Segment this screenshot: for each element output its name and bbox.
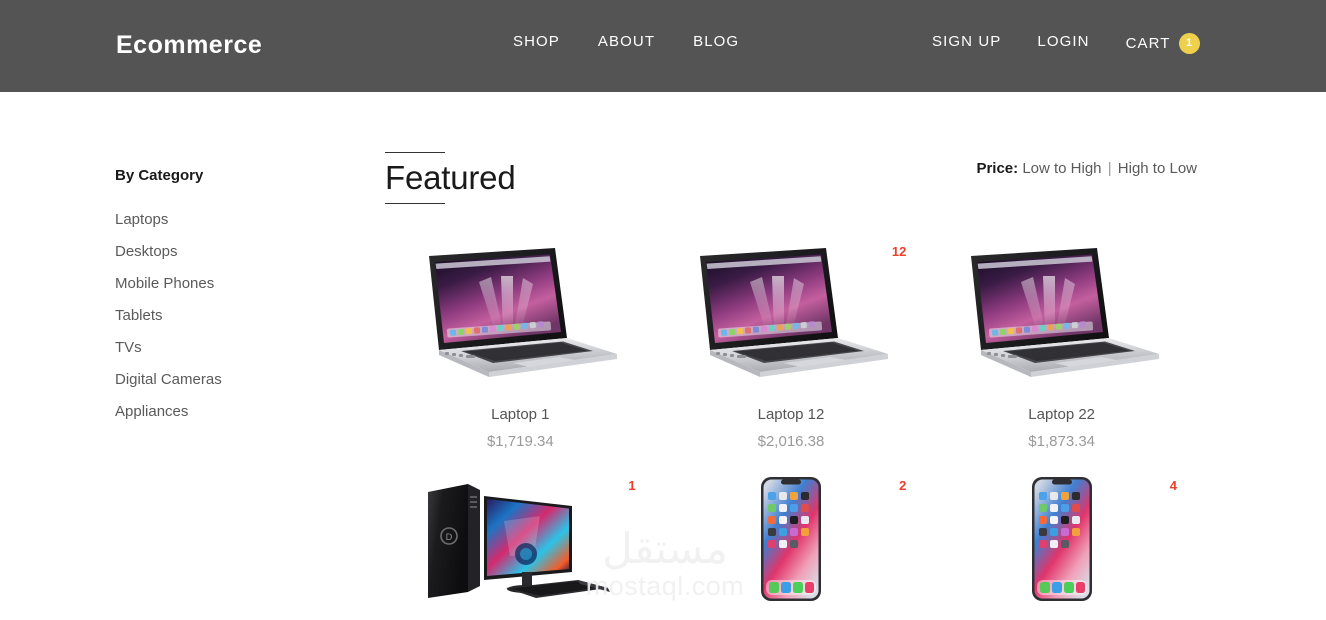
sort-label: Price:: [976, 160, 1019, 177]
product-badge: 12: [891, 244, 907, 259]
listing-header: Featured Price: Low to High | High to Lo…: [385, 152, 1197, 228]
product-grid-row-1: Laptop 1 $1,719.34 12 Laptop 12 $2,016.3…: [385, 228, 1197, 450]
cart-count-badge: 1: [1178, 33, 1200, 54]
heading-rule-bottom: [385, 202, 445, 204]
product-price: $1,719.34: [486, 433, 554, 450]
product-badge: 4: [1169, 478, 1177, 493]
iphone-x-smartphone-icon: [760, 477, 821, 601]
sidebar-item-tablets[interactable]: Tablets: [115, 300, 335, 332]
cart-label: CART: [1125, 35, 1171, 52]
nav-item-login[interactable]: LOGIN: [1037, 33, 1089, 50]
macbook-pro-laptop-icon: [699, 248, 888, 377]
product-badge: 1: [628, 478, 636, 493]
heading-rule-top: [385, 152, 445, 153]
product-grid-row-2: D 1 2 4: [385, 462, 1197, 606]
product-listing: Featured Price: Low to High | High to Lo…: [385, 152, 1197, 606]
primary-navigation: SHOP ABOUT BLOG: [513, 33, 739, 50]
cart-button[interactable]: CART 1: [1126, 33, 1200, 54]
sidebar-item-laptops[interactable]: Laptops: [115, 204, 335, 236]
product-image-wrap[interactable]: 12: [656, 242, 927, 382]
featured-heading-block: Featured: [385, 152, 516, 204]
product-card[interactable]: 2: [656, 462, 927, 606]
sort-high-to-low[interactable]: High to Low: [1118, 160, 1197, 177]
macbook-pro-laptop-icon: [429, 248, 618, 377]
product-card[interactable]: Laptop 22 $1,873.34: [926, 228, 1197, 450]
category-sidebar: By Category Laptops Desktops Mobile Phon…: [115, 167, 335, 428]
sidebar-heading: By Category: [115, 167, 204, 184]
nav-item-shop[interactable]: SHOP: [513, 33, 560, 50]
product-image-wrap[interactable]: 2: [656, 476, 927, 606]
product-image-wrap[interactable]: [385, 242, 656, 382]
product-name: Laptop 12: [757, 406, 825, 423]
product-image-wrap[interactable]: 4: [926, 476, 1197, 606]
product-price: $1,873.34: [1028, 433, 1096, 450]
sort-separator: |: [1107, 160, 1112, 177]
page-body: By Category Laptops Desktops Mobile Phon…: [0, 92, 1326, 620]
sidebar-item-appliances[interactable]: Appliances: [115, 396, 335, 428]
product-name: Laptop 1: [491, 406, 550, 423]
product-card[interactable]: Laptop 1 $1,719.34: [385, 228, 656, 450]
product-card[interactable]: D 1: [385, 462, 656, 606]
product-card[interactable]: 4: [926, 462, 1197, 606]
page-title: Featured: [385, 159, 516, 196]
account-navigation: SIGN UP LOGIN CART 1: [932, 33, 1200, 54]
product-image-wrap[interactable]: D 1: [385, 476, 656, 606]
product-image-wrap[interactable]: [926, 242, 1197, 382]
site-header: Ecommerce SHOP ABOUT BLOG SIGN UP LOGIN …: [0, 0, 1326, 92]
dell-desktop-monitor-keyboard-icon: D: [428, 484, 611, 598]
sidebar-item-desktops[interactable]: Desktops: [115, 236, 335, 268]
product-price: $2,016.38: [757, 433, 825, 450]
nav-item-blog[interactable]: BLOG: [693, 33, 739, 50]
sidebar-item-mobile-phones[interactable]: Mobile Phones: [115, 268, 335, 300]
sort-low-to-high[interactable]: Low to High: [1022, 160, 1101, 177]
category-list: Laptops Desktops Mobile Phones Tablets T…: [115, 204, 335, 428]
nav-item-about[interactable]: ABOUT: [598, 33, 655, 50]
product-name: Laptop 22: [1028, 406, 1096, 423]
product-card[interactable]: 12 Laptop 12 $2,016.38: [656, 228, 927, 450]
sidebar-item-tvs[interactable]: TVs: [115, 332, 335, 364]
iphone-x-smartphone-icon: [1031, 477, 1092, 601]
price-sort-controls: Price: Low to High | High to Low: [976, 160, 1197, 177]
svg-text:D: D: [446, 533, 453, 543]
product-badge: 2: [899, 478, 907, 493]
sidebar-item-digital-cameras[interactable]: Digital Cameras: [115, 364, 335, 396]
nav-item-signup[interactable]: SIGN UP: [932, 33, 1001, 50]
brand-logo[interactable]: Ecommerce: [116, 31, 262, 60]
macbook-pro-laptop-icon: [970, 248, 1159, 377]
